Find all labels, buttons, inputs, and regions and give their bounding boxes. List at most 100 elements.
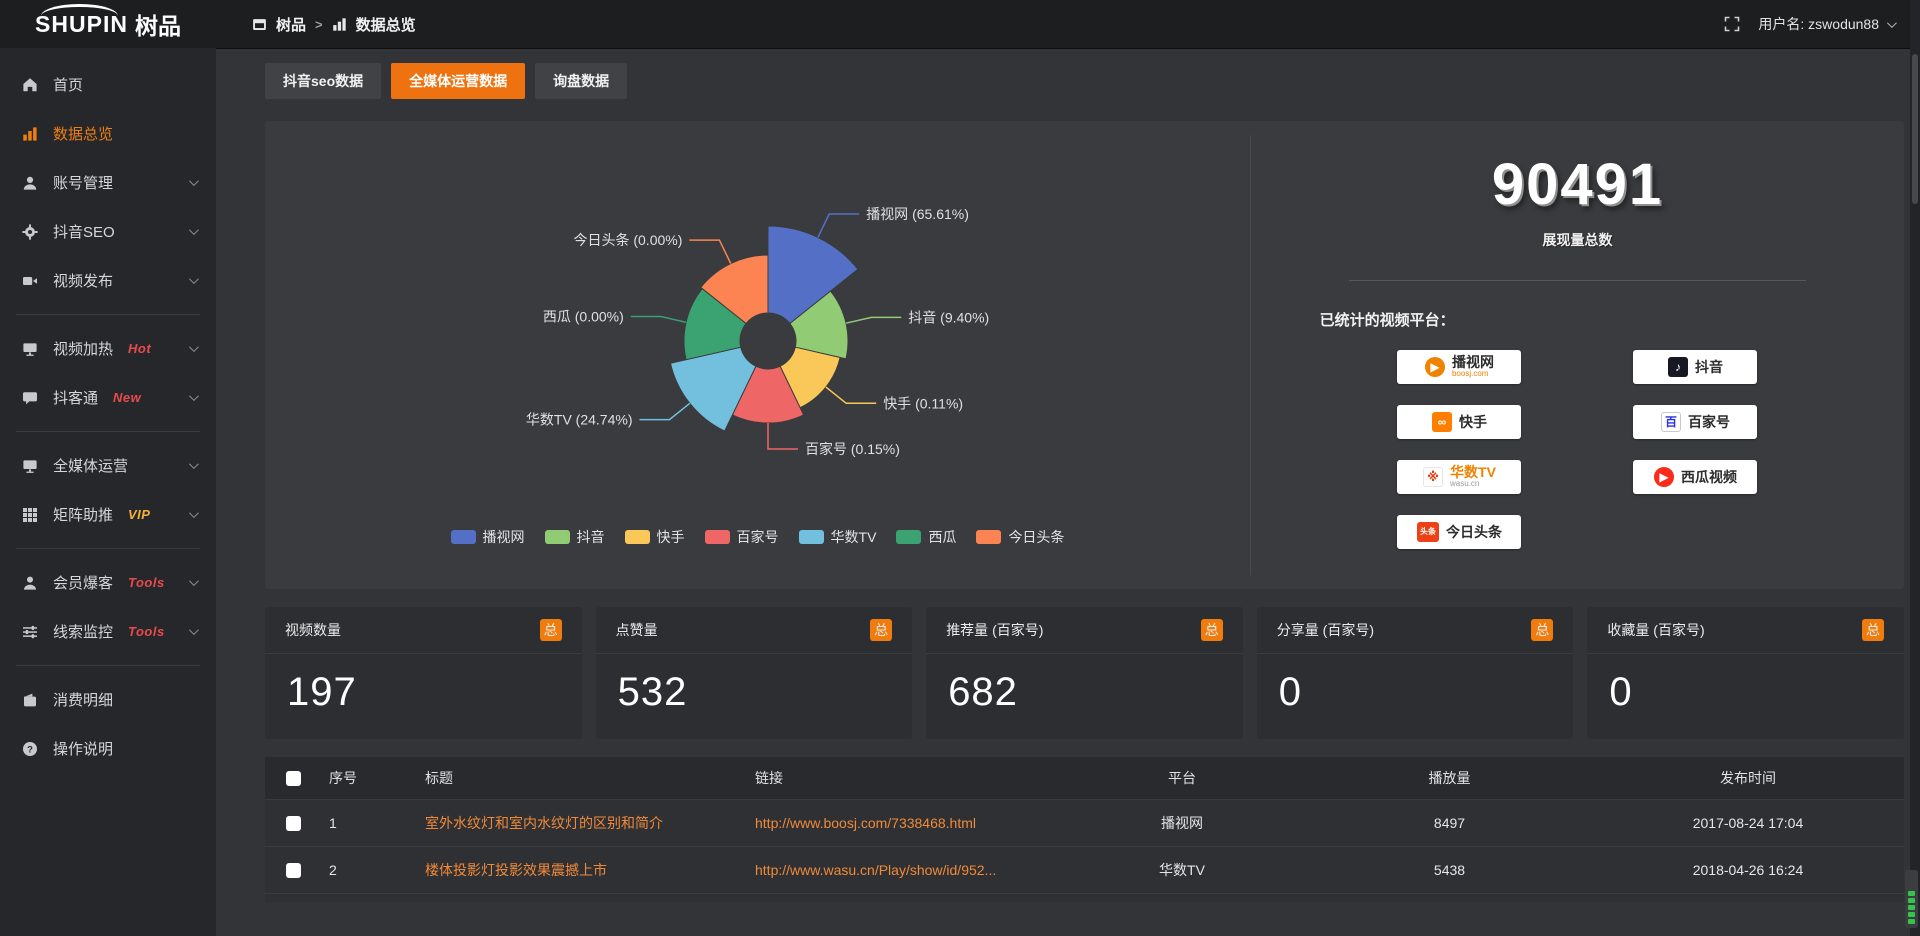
sidebar-item-label: 线索监控 bbox=[53, 621, 113, 642]
sidebar-item[interactable]: 抖音SEO bbox=[0, 207, 216, 256]
legend-item[interactable]: 快手 bbox=[625, 527, 685, 547]
platform-badge: ▶ 播视网 boosj.com bbox=[1397, 350, 1521, 384]
col-header-time: 发布时间 bbox=[1592, 768, 1904, 788]
main-content: 抖音seo数据 全媒体运营数据 询盘数据 播视网 (65.61%)抖音 (9.4… bbox=[216, 48, 1920, 936]
sidebar-item-label: 矩阵助推 bbox=[53, 504, 113, 525]
sidebar-item[interactable]: 视频加热 Hot bbox=[0, 324, 216, 373]
platform-subtext: wasu.cn bbox=[1450, 480, 1496, 488]
chevron-down-icon bbox=[1887, 18, 1897, 28]
cell-url-link[interactable]: http://www.wasu.cn/Play/show/id/952... bbox=[747, 862, 1057, 878]
platform-logo-icon: ∞ bbox=[1432, 412, 1452, 432]
sidebar-item[interactable]: 消费明细 bbox=[0, 675, 216, 724]
help-icon: ? bbox=[22, 741, 38, 757]
table-row: 2 楼体投影灯投影效果震撼上市 http://www.wasu.cn/Play/… bbox=[265, 846, 1904, 893]
legend-item[interactable]: 西瓜 bbox=[896, 527, 956, 547]
stat-card-label: 推荐量 (百家号) bbox=[946, 620, 1043, 640]
cell-platform: 华数TV bbox=[1057, 860, 1307, 880]
legend-item[interactable]: 华数TV bbox=[799, 527, 877, 547]
legend-item[interactable]: 百家号 bbox=[705, 527, 779, 547]
sidebar-item[interactable]: 首页 bbox=[0, 60, 216, 109]
sidebar-item-label: 账号管理 bbox=[53, 172, 113, 193]
impressions-total: 90491 bbox=[1492, 151, 1663, 218]
platforms-grid: ▶ 播视网 boosj.com ♪ 抖音 bbox=[1320, 350, 1836, 549]
cell-platform: 播视网 bbox=[1057, 813, 1307, 833]
sidebar-item[interactable]: 线索监控 Tools bbox=[0, 607, 216, 656]
tab[interactable]: 抖音seo数据 bbox=[265, 63, 381, 99]
sidebar-item[interactable]: 抖客通 New bbox=[0, 373, 216, 422]
platform-badge: 头条 今日头条 bbox=[1397, 515, 1521, 549]
chevron-down-icon bbox=[189, 225, 199, 235]
cell-title-link[interactable]: 楼体投影灯投影效果震撼上市 bbox=[417, 860, 747, 880]
sidebar-item-badge: Tools bbox=[128, 624, 165, 639]
breadcrumb-separator: > bbox=[315, 17, 323, 32]
pie-label-快手: 快手 (0.11%) bbox=[883, 395, 963, 411]
breadcrumb-current[interactable]: 数据总览 bbox=[356, 14, 416, 35]
tab[interactable]: 询盘数据 bbox=[535, 63, 627, 99]
pie-label-百家号: 百家号 (0.15%) bbox=[805, 441, 900, 457]
fullscreen-icon[interactable] bbox=[1724, 16, 1740, 32]
sidebar-item[interactable]: 数据总览 bbox=[0, 109, 216, 158]
platform-name: 西瓜视频 bbox=[1681, 470, 1737, 485]
stat-card-value: 0 bbox=[1609, 670, 1632, 714]
stat-card-value: 682 bbox=[948, 670, 1018, 714]
col-header-platform: 平台 bbox=[1057, 768, 1307, 788]
sidebar-item-label: 抖音SEO bbox=[53, 221, 115, 242]
stat-card: 推荐量 (百家号) 总 682 bbox=[926, 607, 1243, 739]
overview-panel: 播视网 (65.61%)抖音 (9.40%)快手 (0.11%)百家号 (0.1… bbox=[265, 121, 1904, 589]
sidebar-item[interactable]: 全媒体运营 bbox=[0, 441, 216, 490]
sidebar-item[interactable]: 会员爆客 Tools bbox=[0, 558, 216, 607]
select-all-checkbox[interactable] bbox=[286, 771, 301, 786]
platform-logo-icon: ▶ bbox=[1425, 357, 1445, 377]
app-logo: SHUPIN 树品 bbox=[0, 0, 216, 48]
pie-leader-line bbox=[846, 317, 901, 323]
cell-url-link[interactable]: http://www.boosj.com/7338468.html bbox=[747, 815, 1057, 831]
total-badge: 总 bbox=[1531, 619, 1553, 641]
cell-no: 1 bbox=[321, 815, 417, 831]
sidebar-divider bbox=[16, 665, 200, 666]
scrollbar-thumb[interactable] bbox=[1912, 54, 1918, 204]
row-checkbox[interactable] bbox=[286, 863, 301, 878]
platform-logo-icon: ▶ bbox=[1654, 467, 1674, 487]
cell-title-link[interactable]: 室外水纹灯和室内水纹灯的区别和简介 bbox=[417, 813, 747, 833]
user-menu[interactable]: 用户名: zswodun88 bbox=[1758, 14, 1894, 34]
sidebar-item-badge: Hot bbox=[128, 341, 151, 356]
pie-leader-line bbox=[631, 317, 686, 323]
legend-label: 今日头条 bbox=[1008, 527, 1064, 547]
gear-icon bbox=[22, 224, 38, 240]
sidebar-item-label: 操作说明 bbox=[53, 738, 113, 759]
sidebar-item[interactable]: 账号管理 bbox=[0, 158, 216, 207]
legend-item[interactable]: 今日头条 bbox=[976, 527, 1064, 547]
sidebar-item[interactable]: 视频发布 bbox=[0, 256, 216, 305]
row-checkbox[interactable] bbox=[286, 816, 301, 831]
sidebar-divider bbox=[16, 431, 200, 432]
sidebar-item-label: 视频加热 bbox=[53, 338, 113, 359]
chart-icon bbox=[22, 126, 38, 142]
platform-badge: ♪ 抖音 bbox=[1633, 350, 1757, 384]
total-badge: 总 bbox=[870, 619, 892, 641]
screen-icon bbox=[22, 341, 38, 357]
stat-card-label: 收藏量 (百家号) bbox=[1607, 620, 1704, 640]
sidebar-item[interactable]: ? 操作说明 bbox=[0, 724, 216, 773]
legend-item[interactable]: 播视网 bbox=[451, 527, 525, 547]
legend-label: 华数TV bbox=[831, 527, 877, 547]
username-label: 用户名: zswodun88 bbox=[1758, 14, 1879, 34]
pie-label-西瓜: 西瓜 (0.00%) bbox=[543, 309, 624, 325]
platform-name: 快手 bbox=[1459, 415, 1487, 430]
breadcrumb-root[interactable]: 树品 bbox=[276, 14, 306, 35]
sidebar-item-label: 数据总览 bbox=[53, 123, 113, 144]
impressions-total-label: 展现量总数 bbox=[1543, 230, 1613, 250]
platform-name: 今日头条 bbox=[1446, 525, 1502, 540]
chevron-down-icon bbox=[189, 576, 199, 586]
pie-leader-line bbox=[768, 423, 798, 449]
chevron-down-icon bbox=[189, 625, 199, 635]
legend-swatch bbox=[545, 530, 570, 544]
platform-share-chart: 播视网 (65.61%)抖音 (9.40%)快手 (0.11%)百家号 (0.1… bbox=[265, 121, 1250, 589]
sidebar-item[interactable]: 矩阵助推 VIP bbox=[0, 490, 216, 539]
legend-item[interactable]: 抖音 bbox=[545, 527, 605, 547]
tab[interactable]: 全媒体运营数据 bbox=[391, 63, 525, 99]
logo-arc-icon bbox=[41, 4, 118, 16]
stat-card: 点赞量 总 532 bbox=[596, 607, 913, 739]
platform-logo-icon: 头条 bbox=[1417, 522, 1439, 542]
total-badge: 总 bbox=[1862, 619, 1884, 641]
pie-label-今日头条: 今日头条 (0.00%) bbox=[573, 232, 682, 248]
